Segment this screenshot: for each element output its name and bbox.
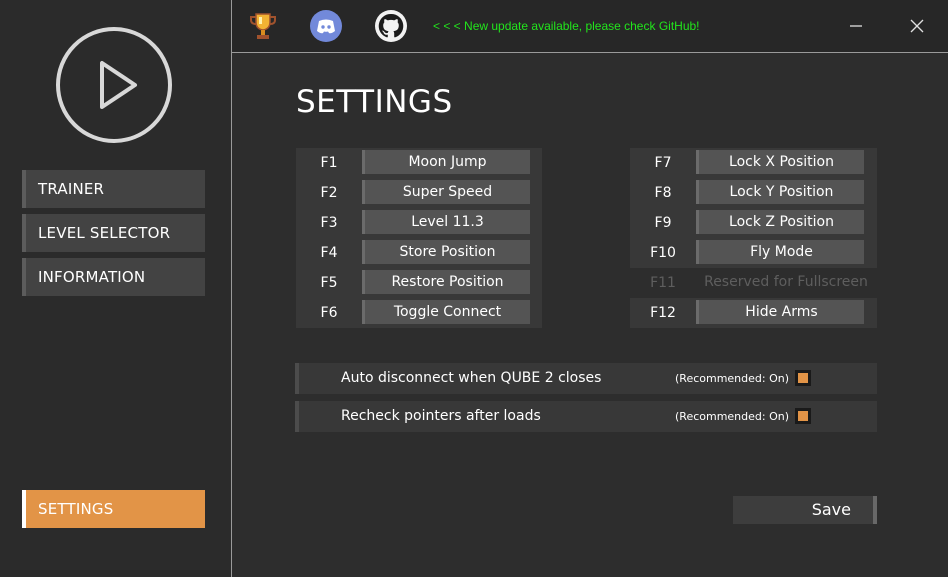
hotkey-row-f7: F7 Lock X Position: [630, 148, 877, 178]
hotkey-moon-jump-button[interactable]: Moon Jump: [362, 150, 530, 174]
option-label: Recheck pointers after loads: [341, 408, 541, 424]
hotkey-key: F7: [654, 155, 672, 171]
hotkey-row-f11: F11 Reserved for Fullscreen: [630, 268, 877, 298]
close-icon[interactable]: [903, 12, 931, 40]
checkbox-checked-mark: [798, 373, 808, 383]
hotkeys-right-panel: F7 Lock X Position F8 Lock Y Position F9…: [630, 148, 877, 268]
hotkey-toggle-connect-button[interactable]: Toggle Connect: [362, 300, 530, 324]
github-icon[interactable]: [375, 10, 407, 42]
hotkey-row-f12: F12 Hide Arms: [630, 298, 877, 328]
nav-level-selector[interactable]: LEVEL SELECTOR: [22, 214, 205, 252]
hotkey-lock-x-button[interactable]: Lock X Position: [696, 150, 864, 174]
hotkey-key: F8: [654, 185, 672, 201]
hotkey-key: F4: [320, 245, 338, 261]
nav-information[interactable]: INFORMATION: [22, 258, 205, 296]
sidebar: TRAINER LEVEL SELECTOR INFORMATION SETTI…: [0, 0, 232, 577]
hotkey-row-f8: F8 Lock Y Position: [630, 178, 877, 208]
hotkey-row-f3: F3 Level 11.3: [296, 208, 542, 238]
minimize-icon[interactable]: [842, 12, 870, 40]
hotkey-row-f2: F2 Super Speed: [296, 178, 542, 208]
hotkey-lock-z-button[interactable]: Lock Z Position: [696, 210, 864, 234]
checkbox-checked-mark: [798, 411, 808, 421]
option-auto-disconnect: Auto disconnect when QUBE 2 closes (Reco…: [295, 363, 877, 394]
auto-disconnect-checkbox[interactable]: [795, 370, 811, 386]
hotkey-reserved-fullscreen-label: Reserved for Fullscreen: [704, 274, 868, 290]
hotkey-key: F9: [654, 215, 672, 231]
hotkey-key: F11: [650, 275, 676, 291]
hotkey-fly-mode-button[interactable]: Fly Mode: [696, 240, 864, 264]
discord-icon[interactable]: [310, 10, 342, 42]
option-hint: (Recommended: On): [675, 410, 790, 423]
hotkey-row-f4: F4 Store Position: [296, 238, 542, 268]
nav-settings[interactable]: SETTINGS: [22, 490, 205, 528]
hotkey-row-f9: F9 Lock Z Position: [630, 208, 877, 238]
update-notice-link[interactable]: < < < New update available, please check…: [433, 19, 700, 33]
option-hint: (Recommended: On): [675, 372, 790, 385]
hotkey-row-f1: F1 Moon Jump: [296, 148, 542, 178]
hotkey-row-f5: F5 Restore Position: [296, 268, 542, 298]
recheck-pointers-checkbox[interactable]: [795, 408, 811, 424]
hotkey-hide-arms-button[interactable]: Hide Arms: [696, 300, 864, 324]
hotkey-super-speed-button[interactable]: Super Speed: [362, 180, 530, 204]
top-bar: < < < New update available, please check…: [232, 0, 948, 53]
nav-trainer[interactable]: TRAINER: [22, 170, 205, 208]
hotkey-store-position-button[interactable]: Store Position: [362, 240, 530, 264]
hotkey-row-f6: F6 Toggle Connect: [296, 298, 542, 328]
hotkey-key: F1: [320, 155, 338, 171]
option-label: Auto disconnect when QUBE 2 closes: [341, 370, 602, 386]
hotkey-lock-y-button[interactable]: Lock Y Position: [696, 180, 864, 204]
hotkey-key: F12: [650, 305, 676, 321]
page-title: SETTINGS: [296, 84, 453, 120]
hotkey-key: F3: [320, 215, 338, 231]
hotkey-key: F10: [650, 245, 676, 261]
play-logo-icon: [56, 27, 172, 143]
hotkey-level-button[interactable]: Level 11.3: [362, 210, 530, 234]
hotkey-key: F5: [320, 275, 338, 291]
hotkeys-left-panel: F1 Moon Jump F2 Super Speed F3 Level 11.…: [296, 148, 542, 328]
hotkey-row-f10: F10 Fly Mode: [630, 238, 877, 268]
hotkey-restore-position-button[interactable]: Restore Position: [362, 270, 530, 294]
option-recheck-pointers: Recheck pointers after loads (Recommende…: [295, 401, 877, 432]
save-button[interactable]: Save: [733, 496, 877, 524]
hotkey-key: F6: [320, 305, 338, 321]
hotkey-key: F2: [320, 185, 338, 201]
trophy-icon[interactable]: [247, 10, 279, 42]
